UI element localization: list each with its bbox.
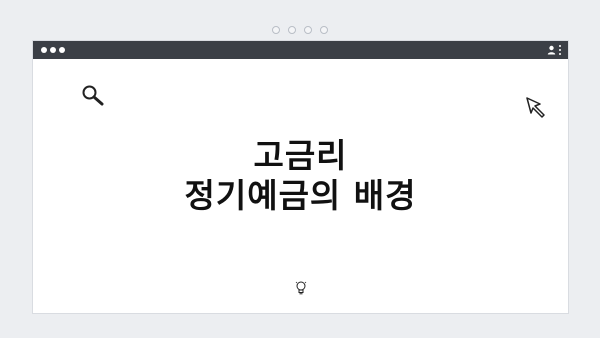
carousel-dot[interactable] xyxy=(320,26,328,34)
slide-title: 고금리 정기예금의 배경 xyxy=(33,136,568,216)
carousel-dot[interactable] xyxy=(288,26,296,34)
lightbulb-icon xyxy=(295,280,307,299)
maximize-dot[interactable] xyxy=(59,47,65,53)
slide-canvas: 고금리 정기예금의 배경 xyxy=(33,59,568,313)
close-dot[interactable] xyxy=(41,47,47,53)
window-controls xyxy=(41,47,68,53)
carousel-dot[interactable] xyxy=(304,26,312,34)
browser-window: 고금리 정기예금의 배경 xyxy=(32,40,569,314)
outer-frame: 고금리 정기예금의 배경 xyxy=(0,0,600,338)
user-icon[interactable] xyxy=(547,45,556,55)
window-titlebar xyxy=(33,41,568,59)
titlebar-actions xyxy=(547,44,562,56)
kebab-menu-icon[interactable] xyxy=(559,45,562,55)
carousel-dots xyxy=(0,26,600,34)
carousel-dot[interactable] xyxy=(272,26,280,34)
minimize-dot[interactable] xyxy=(50,47,56,53)
title-line-1: 고금리 xyxy=(253,136,348,175)
search-icon xyxy=(81,84,105,110)
cursor-arrow-icon xyxy=(525,96,547,122)
title-line-2: 정기예금의 배경 xyxy=(184,176,417,215)
